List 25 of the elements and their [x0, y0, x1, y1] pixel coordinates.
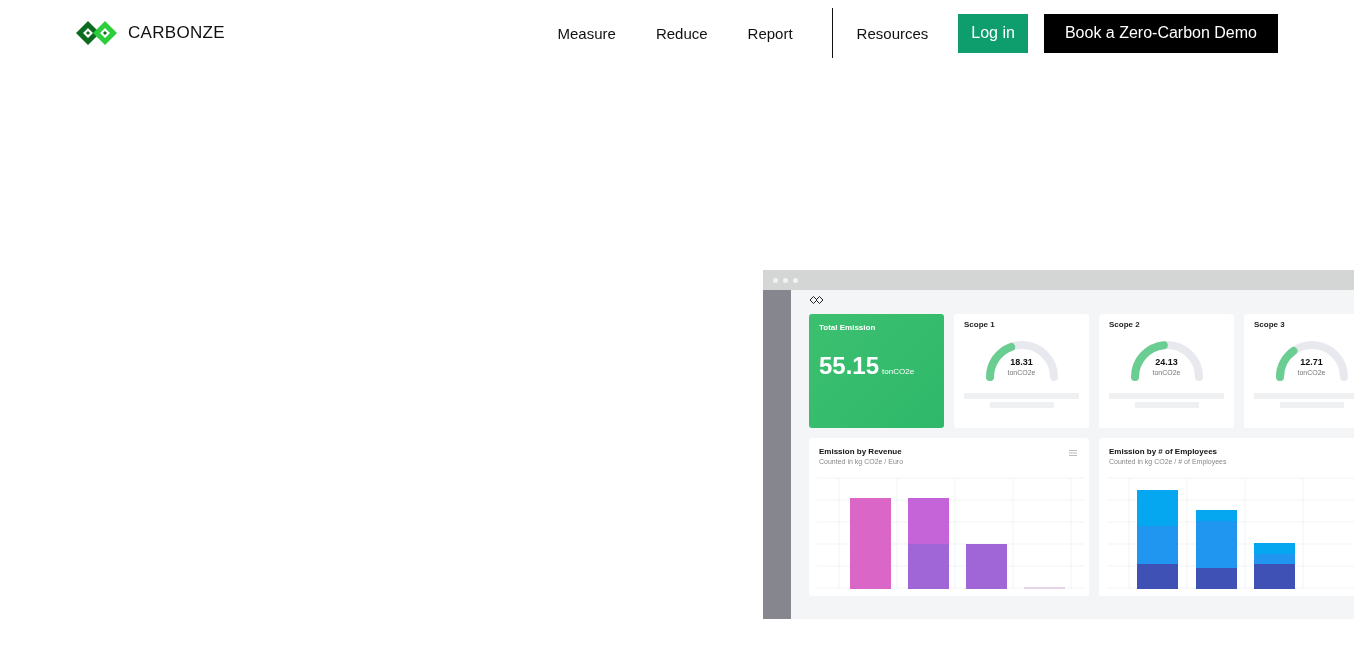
- total-value: 55.15: [819, 352, 880, 380]
- scope-value: 18.31: [1009, 357, 1034, 367]
- chart-bar: [1137, 490, 1178, 526]
- chart-bar: [1254, 543, 1295, 554]
- card-label: Total Emission: [819, 323, 877, 332]
- scope-value: 12.71: [1299, 357, 1324, 367]
- nav-link[interactable]: Report: [747, 20, 793, 46]
- scope-value: 24.13: [1154, 357, 1179, 367]
- scope-title: Scope 1: [964, 320, 995, 329]
- diamond-logo-icon: [75, 20, 118, 46]
- diamond-logo-icon: [809, 296, 824, 304]
- scope-title: Scope 3: [1254, 320, 1285, 329]
- nav-link[interactable]: Reduce: [655, 20, 708, 46]
- menu-icon[interactable]: [1069, 450, 1077, 456]
- chart-bar: [908, 498, 949, 544]
- brand-name: CARBONZE: [128, 23, 225, 43]
- chart-title: Emission by Revenue: [819, 447, 902, 456]
- book-demo-button[interactable]: Book a Zero-Carbon Demo: [1043, 13, 1278, 53]
- nav-link[interactable]: Measure: [557, 20, 616, 46]
- total-unit: tonCO2e: [882, 367, 915, 376]
- chart-bar: [908, 544, 949, 589]
- nav-link[interactable]: Resources: [856, 20, 929, 46]
- scope-title: Scope 2: [1109, 320, 1140, 329]
- chart-title: Emission by # of Employees: [1109, 447, 1218, 456]
- chart-bar: [966, 544, 1007, 589]
